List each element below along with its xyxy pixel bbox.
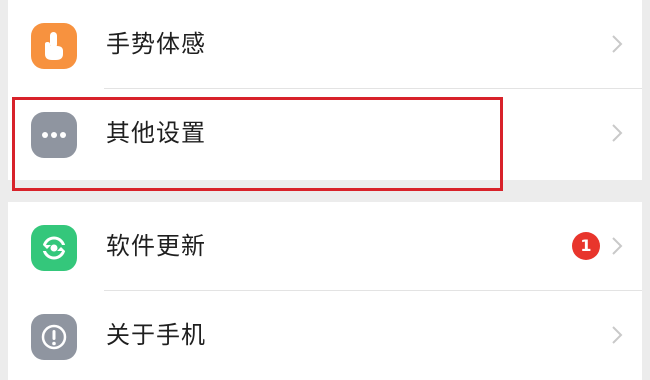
chevron-right-icon — [612, 326, 623, 344]
gesture-hand-icon — [31, 23, 77, 69]
update-count-badge: 1 — [572, 232, 600, 260]
settings-group-top: 手势体感 其他设置 — [8, 0, 642, 180]
settings-item-label: 软件更新 — [106, 232, 206, 260]
settings-item-label: 手势体感 — [106, 30, 206, 58]
chevron-right-icon — [612, 35, 623, 53]
chevron-right-icon — [612, 237, 623, 255]
chevron-right-icon — [612, 124, 623, 142]
settings-item-software-update[interactable]: 软件更新 1 — [8, 202, 642, 290]
info-icon — [31, 314, 77, 360]
settings-item-label: 关于手机 — [106, 321, 206, 349]
settings-item-label: 其他设置 — [106, 119, 206, 147]
settings-item-about-phone[interactable]: 关于手机 — [8, 291, 642, 379]
settings-item-gestures[interactable]: 手势体感 — [8, 0, 642, 88]
refresh-icon — [31, 225, 77, 271]
settings-group-bottom: 软件更新 1 关于手机 — [8, 202, 642, 380]
more-dots-icon — [31, 112, 77, 158]
settings-page: 手势体感 其他设置 软件更新 1 关于手机 — [0, 0, 650, 380]
settings-item-other-settings[interactable]: 其他设置 — [8, 89, 642, 177]
